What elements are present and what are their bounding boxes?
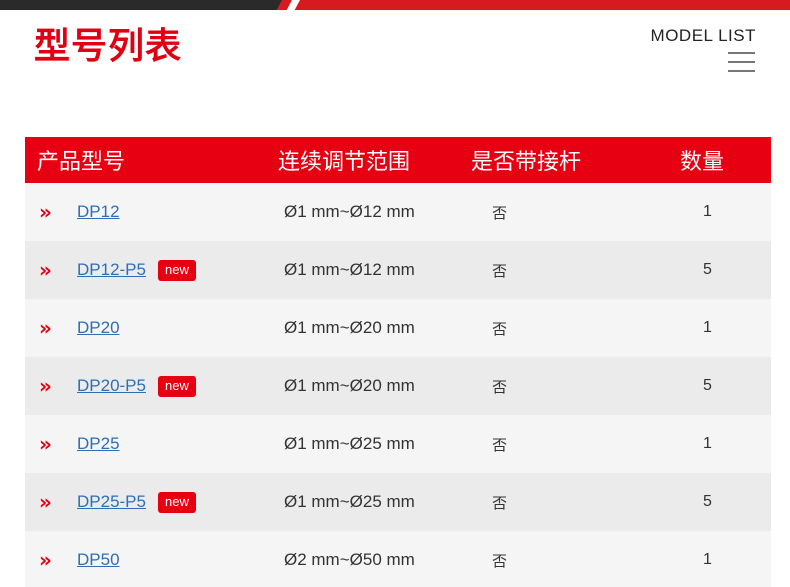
table-header: 产品型号 连续调节范围 是否带接杆 数量: [25, 137, 771, 183]
quantity-cell: 1: [703, 319, 712, 336]
new-badge: new: [157, 491, 196, 513]
extension-cell: 否: [492, 435, 508, 454]
column-header-range: 连续调节范围: [278, 150, 411, 175]
table-row: » DP12 Ø1 mm~Ø12 mm 否 1: [25, 183, 771, 241]
model-link[interactable]: DP50: [77, 550, 120, 570]
range-cell: Ø1 mm~Ø25 mm: [284, 492, 415, 511]
model-cell: » DP25-P5 new: [25, 490, 271, 514]
quantity-cell: 1: [703, 551, 712, 568]
table-row: » DP25 Ø1 mm~Ø25 mm 否 1: [25, 415, 771, 473]
model-link[interactable]: DP12: [77, 202, 120, 222]
table-row: » DP25-P5 new Ø1 mm~Ø25 mm 否 5: [25, 473, 771, 531]
new-badge: new: [157, 375, 196, 397]
extension-cell: 否: [492, 377, 508, 396]
model-link[interactable]: DP25: [77, 434, 120, 454]
range-cell: Ø1 mm~Ø12 mm: [284, 260, 415, 279]
model-table: 产品型号 连续调节范围 是否带接杆 数量 » DP12 Ø1 mm~Ø12 mm 否 1…: [25, 137, 771, 587]
quantity-cell: 5: [703, 261, 712, 278]
chevron-right-icon: »: [39, 432, 52, 456]
chevron-right-icon: »: [39, 548, 52, 572]
page-title: 型号列表: [34, 26, 183, 67]
extension-cell: 否: [492, 261, 508, 280]
range-cell: Ø1 mm~Ø12 mm: [284, 202, 415, 221]
chevron-right-icon: »: [39, 200, 52, 224]
quantity-cell: 5: [703, 377, 712, 394]
table-body: » DP12 Ø1 mm~Ø12 mm 否 1 » DP12-P5 new Ø1 mm~Ø12 …: [25, 183, 771, 587]
model-link[interactable]: DP25-P5: [77, 492, 146, 512]
table-row: » DP12-P5 new Ø1 mm~Ø12 mm 否 5: [25, 241, 771, 299]
chevron-right-icon: »: [39, 258, 52, 282]
column-header-extension: 是否带接杆: [471, 150, 582, 175]
chevron-right-icon: »: [39, 490, 52, 514]
quantity-cell: 1: [703, 203, 712, 220]
model-cell: » DP12-P5 new: [25, 258, 271, 282]
table-row: » DP20-P5 new Ø1 mm~Ø20 mm 否 5: [25, 357, 771, 415]
model-cell: » DP20-P5 new: [25, 374, 271, 398]
new-badge: new: [157, 259, 196, 281]
range-cell: Ø1 mm~Ø20 mm: [284, 376, 415, 395]
range-cell: Ø1 mm~Ø25 mm: [284, 434, 415, 453]
extension-cell: 否: [492, 203, 508, 222]
chevron-right-icon: »: [39, 374, 52, 398]
model-link[interactable]: DP20: [77, 318, 120, 338]
model-link[interactable]: DP12-P5: [77, 260, 146, 280]
model-cell: » DP50: [25, 550, 271, 570]
model-list-label: MODEL LIST: [650, 26, 756, 45]
extension-cell: 否: [492, 493, 508, 512]
hamburger-menu-icon[interactable]: [728, 52, 755, 72]
quantity-cell: 5: [703, 493, 712, 510]
column-header-quantity: 数量: [680, 150, 725, 175]
range-cell: Ø1 mm~Ø20 mm: [284, 318, 415, 337]
extension-cell: 否: [492, 551, 508, 570]
top-accent-bar: [0, 0, 790, 10]
table-row: » DP50 Ø2 mm~Ø50 mm 否 1: [25, 531, 771, 587]
model-cell: » DP25: [25, 434, 271, 454]
table-row: » DP20 Ø1 mm~Ø20 mm 否 1: [25, 299, 771, 357]
model-link[interactable]: DP20-P5: [77, 376, 146, 396]
range-cell: Ø2 mm~Ø50 mm: [284, 550, 415, 569]
extension-cell: 否: [492, 319, 508, 338]
chevron-right-icon: »: [39, 316, 52, 340]
model-cell: » DP20: [25, 318, 271, 338]
model-cell: » DP12: [25, 202, 271, 222]
quantity-cell: 1: [703, 435, 712, 452]
column-header-model: 产品型号: [37, 150, 126, 175]
